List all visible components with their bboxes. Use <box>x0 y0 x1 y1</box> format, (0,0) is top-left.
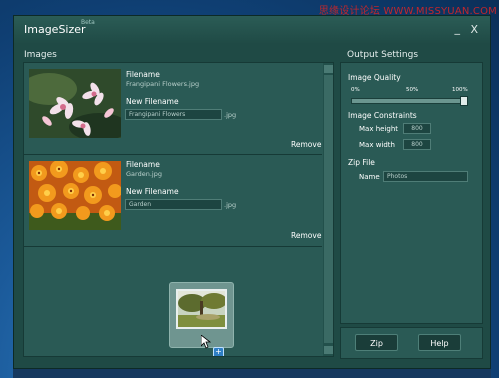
help-button[interactable]: Help <box>418 334 461 351</box>
action-button-bar: Zip Help <box>340 327 483 359</box>
image-quality-label: Image Quality <box>348 73 401 82</box>
image-quality-slider-handle[interactable] <box>460 96 468 106</box>
scroll-thumb[interactable] <box>324 75 333 343</box>
add-plus-icon: + <box>213 347 224 356</box>
minimize-button[interactable]: _ <box>455 22 461 35</box>
max-height-input[interactable]: 800 <box>403 123 431 134</box>
zip-name-input[interactable]: Photos <box>383 171 468 182</box>
new-filename-input[interactable]: Garden <box>125 199 222 210</box>
quality-tick-0: 0% <box>351 87 360 93</box>
remove-button[interactable]: Remove <box>291 140 321 149</box>
zip-name-label: Name <box>359 173 380 181</box>
new-filename-input[interactable]: Frangipani Flowers <box>125 109 222 120</box>
mouse-cursor-icon <box>201 335 211 349</box>
output-settings-label: Output Settings <box>347 50 419 60</box>
extension-label: .jpg <box>224 111 237 119</box>
zip-file-label: Zip File <box>348 158 375 167</box>
new-filename-label: New Filename <box>126 187 179 196</box>
images-scrollbar[interactable] <box>323 63 333 356</box>
beta-badge: Beta <box>81 19 95 26</box>
imagesizer-window: ImageSizer Beta _ X Images Filename Fran… <box>13 15 491 369</box>
filename-value: Frangipani Flowers.jpg <box>126 80 200 88</box>
filename-label: Filename <box>126 160 160 169</box>
scroll-up-button[interactable] <box>324 65 333 73</box>
images-panel-label: Images <box>24 50 57 60</box>
dragged-image-preview <box>176 289 227 329</box>
frangipani-thumbnail <box>29 69 121 138</box>
image-row: Filename Frangipani Flowers.jpg New File… <box>24 63 322 155</box>
max-width-input[interactable]: 800 <box>403 139 431 150</box>
output-settings-panel: Image Quality 0% 50% 100% Image Constrai… <box>340 62 483 324</box>
image-row: Filename Garden.jpg New Filename Garden … <box>24 155 322 247</box>
close-button[interactable]: X <box>470 23 478 36</box>
app-title: ImageSizer <box>24 23 86 36</box>
quality-tick-100: 100% <box>452 87 468 93</box>
extension-label: .jpg <box>224 201 237 209</box>
image-quality-slider[interactable] <box>351 98 468 104</box>
new-filename-label: New Filename <box>126 97 179 106</box>
max-width-label: Max width <box>359 141 395 149</box>
scroll-down-button[interactable] <box>324 346 333 354</box>
garden-thumbnail <box>29 161 121 230</box>
taskbar <box>13 369 491 378</box>
quality-tick-50: 50% <box>406 87 419 93</box>
filename-value: Garden.jpg <box>126 170 162 178</box>
title-bar[interactable]: ImageSizer Beta _ X <box>14 16 490 44</box>
zip-button[interactable]: Zip <box>355 334 398 351</box>
filename-label: Filename <box>126 70 160 79</box>
image-constraints-label: Image Constraints <box>348 111 417 120</box>
max-height-label: Max height <box>359 125 399 133</box>
images-panel: Filename Frangipani Flowers.jpg New File… <box>23 62 334 357</box>
remove-button[interactable]: Remove <box>291 231 321 240</box>
